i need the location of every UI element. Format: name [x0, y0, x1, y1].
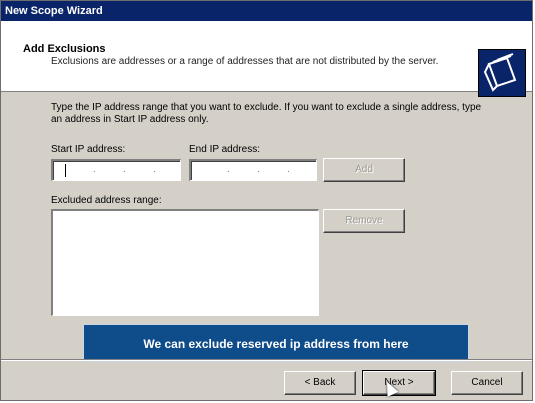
- end-ip-input[interactable]: . . .: [189, 159, 317, 181]
- header-subtitle: Exclusions are addresses or a range of a…: [51, 56, 439, 67]
- excluded-range-list[interactable]: [51, 209, 319, 316]
- ip-separator-dot: .: [287, 164, 290, 175]
- back-button[interactable]: < Back: [284, 371, 356, 395]
- add-button[interactable]: Add: [323, 158, 405, 182]
- ip-separator-dot: .: [227, 164, 230, 175]
- cancel-button[interactable]: Cancel: [451, 371, 523, 395]
- text-caret: [65, 164, 66, 177]
- footer-divider: [1, 359, 532, 361]
- remove-button[interactable]: Remove: [323, 209, 405, 233]
- header-title: Add Exclusions: [23, 43, 106, 55]
- wizard-window: New Scope Wizard Add Exclusions Exclusio…: [0, 0, 533, 401]
- start-ip-input[interactable]: . . .: [51, 159, 181, 181]
- ip-separator-dot: .: [123, 164, 126, 175]
- ip-separator-dot: .: [257, 164, 260, 175]
- excluded-range-label: Excluded address range:: [51, 195, 162, 206]
- end-ip-label: End IP address:: [189, 144, 260, 155]
- ip-separator-dot: .: [93, 164, 96, 175]
- ip-separator-dot: .: [153, 164, 156, 175]
- next-button[interactable]: Next >: [362, 370, 436, 396]
- title-bar: New Scope Wizard: [1, 1, 532, 21]
- instructions-text: Type the IP address range that you want …: [51, 102, 482, 125]
- network-folder-icon: [478, 49, 526, 97]
- annotation-banner: We can exclude reserved ip address from …: [83, 324, 469, 362]
- wizard-header: Add Exclusions Exclusions are addresses …: [1, 21, 532, 97]
- start-ip-label: Start IP address:: [51, 144, 126, 155]
